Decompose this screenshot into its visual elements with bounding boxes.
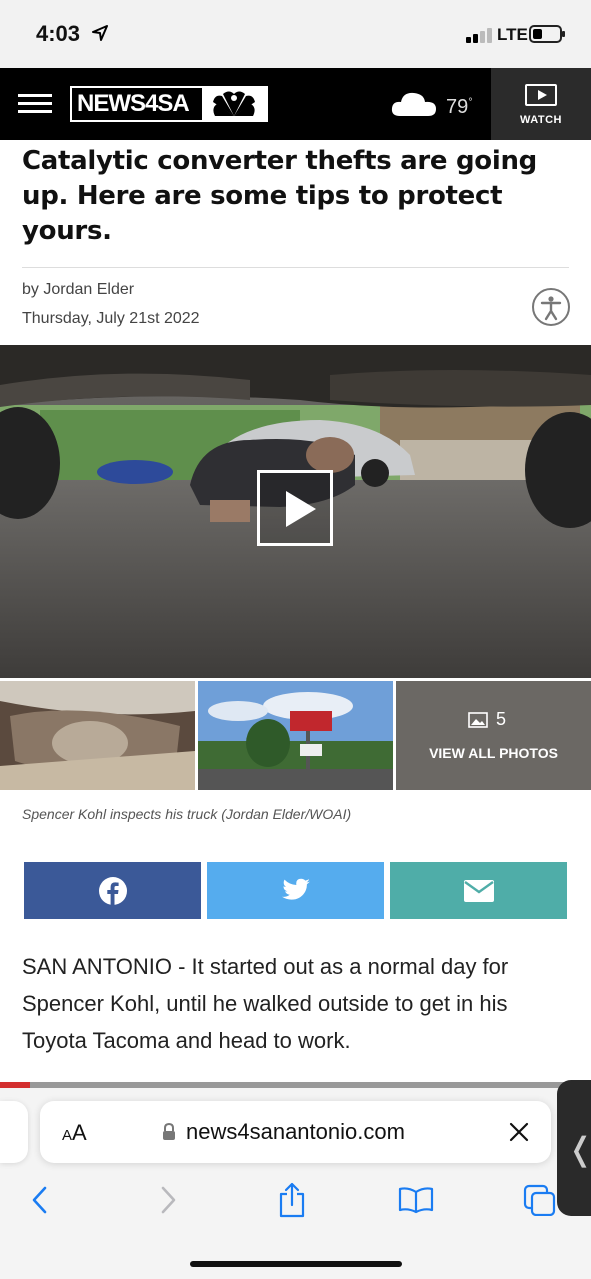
image-icon: [468, 711, 488, 728]
twitter-icon: [281, 878, 310, 900]
article-headline: Catalytic converter thefts are going up.…: [22, 146, 537, 246]
view-all-photos-label: VIEW ALL PHOTOS: [429, 745, 558, 761]
forward-button[interactable]: [148, 1180, 188, 1220]
video-play-icon: [525, 84, 557, 106]
news4sa-logo[interactable]: NEWS4SA: [70, 86, 268, 122]
side-panel-handle[interactable]: ❬: [557, 1080, 591, 1216]
thumbnail-image: [198, 681, 393, 790]
bookmarks-button[interactable]: [396, 1180, 436, 1220]
publish-date: Thursday, July 21st 2022: [22, 310, 200, 327]
status-time: 4:03: [36, 21, 81, 46]
tabs-button[interactable]: [520, 1180, 560, 1220]
logo-text: NEWS4SA: [77, 90, 190, 117]
view-all-photos-tile[interactable]: 5 VIEW ALL PHOTOS: [396, 681, 591, 790]
watch-label: WATCH: [519, 114, 562, 126]
hero-video[interactable]: [0, 345, 591, 678]
watch-button[interactable]: WATCH: [491, 68, 591, 140]
home-indicator[interactable]: [190, 1261, 402, 1267]
hamburger-menu-icon[interactable]: [18, 94, 52, 114]
back-button[interactable]: [20, 1180, 60, 1220]
gallery-thumbnail[interactable]: [198, 681, 393, 790]
close-icon[interactable]: [506, 1119, 532, 1150]
nbc-peacock-icon: [202, 88, 266, 120]
url-text: news4sanantonio.com: [186, 1119, 405, 1144]
cellular-signal-icon: [466, 28, 492, 43]
gallery-thumbnail[interactable]: [0, 681, 195, 790]
email-icon: [463, 879, 494, 902]
share-twitter-button[interactable]: [207, 862, 384, 919]
tabs-icon: [523, 1184, 556, 1216]
accessibility-icon[interactable]: [532, 288, 570, 326]
photo-count: 5: [468, 709, 506, 730]
battery-icon: [529, 25, 565, 43]
temperature: 79°: [446, 96, 473, 118]
lock-icon: [162, 1122, 176, 1146]
chevron-left-icon: [32, 1186, 47, 1214]
share-email-button[interactable]: [390, 862, 567, 919]
network-type: LTE: [497, 25, 528, 44]
play-video-button[interactable]: [257, 470, 333, 546]
photo-caption: Spencer Kohl inspects his truck (Jordan …: [22, 806, 352, 822]
thumbnail-image: [0, 681, 195, 790]
previous-tab-edge[interactable]: [0, 1101, 28, 1163]
byline[interactable]: by Jordan Elder: [22, 281, 134, 299]
weather-widget[interactable]: 79°: [390, 86, 490, 122]
article-body-paragraph: SAN ANTONIO - It started out as a normal…: [22, 954, 509, 1053]
divider: [22, 267, 569, 268]
book-icon: [398, 1187, 434, 1214]
share-facebook-button[interactable]: [24, 862, 201, 919]
ios-status-bar: 4:03 LTE: [0, 0, 591, 68]
chevron-left-icon: ❬: [567, 1130, 591, 1168]
share-button[interactable]: [272, 1180, 312, 1220]
facebook-icon: [98, 876, 127, 905]
page-settings-button[interactable]: AA: [62, 1120, 87, 1146]
chevron-right-icon: [161, 1186, 176, 1214]
share-icon: [279, 1182, 305, 1218]
address-bar[interactable]: AA news4sanantonio.com: [40, 1101, 551, 1163]
cloud-icon: [390, 88, 438, 123]
location-arrow-icon: [92, 25, 108, 46]
